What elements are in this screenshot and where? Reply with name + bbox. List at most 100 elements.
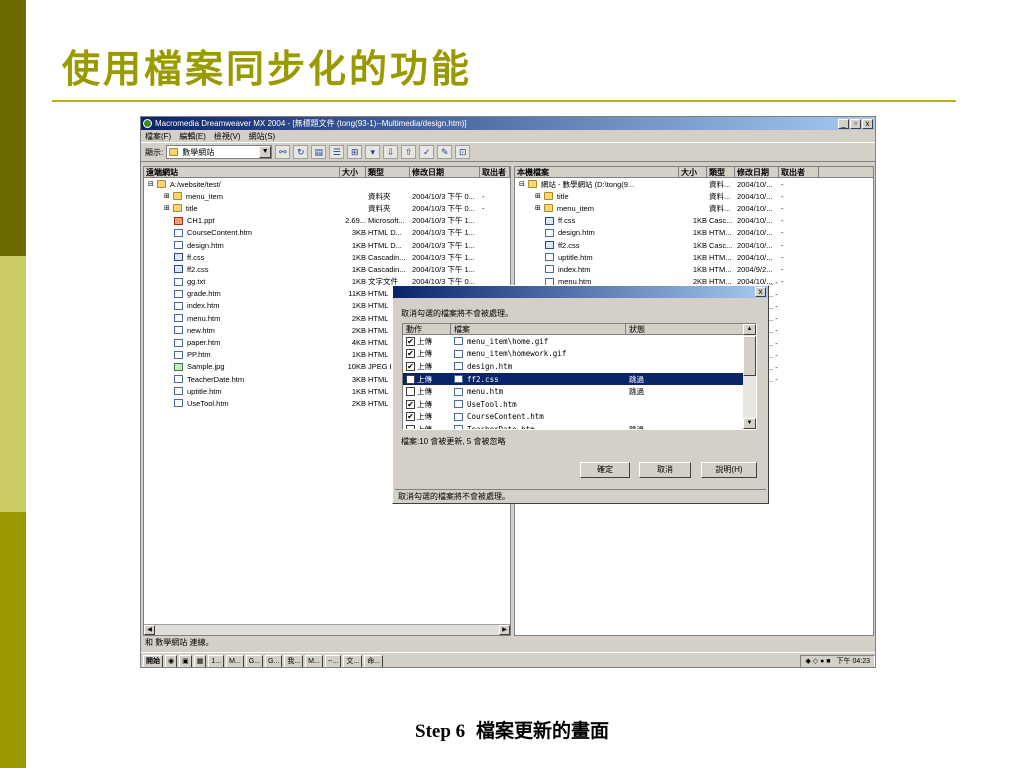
chevron-down-icon[interactable]: ▼ (259, 146, 272, 158)
remote-col-checkout[interactable]: 取出者 (480, 167, 510, 177)
menu-file[interactable]: 檔案(F) (145, 131, 171, 142)
remote-file-row[interactable]: ⊞ title 資料夾 2004/10/3 下午 0... - (144, 202, 510, 214)
connect-icon[interactable]: ⚯ (275, 145, 291, 159)
file-icon (454, 412, 463, 421)
local-file-name: index.htm (558, 264, 591, 274)
remote-file-row[interactable]: ff2.css 1KB Cascadin... 2004/10/3 下午 1... (144, 263, 510, 275)
sync-file-row[interactable]: 上傳 ff2.css 跳過 (403, 372, 756, 386)
expand-icon[interactable]: ⊞ (164, 204, 170, 212)
scroll-down-icon[interactable]: ▼ (743, 418, 756, 429)
sync-file-row[interactable]: ✔ 上傳 design.htm (403, 360, 756, 373)
sync-col-status[interactable]: 狀態 (626, 324, 744, 334)
quick-launch-ie-icon[interactable]: ◉ (165, 654, 178, 667)
scroll-right-icon[interactable]: ▶ (499, 625, 510, 635)
remote-col-date[interactable]: 修改日期 (410, 167, 480, 177)
taskbar-task[interactable]: --... (324, 654, 342, 667)
minimize-button[interactable]: _ (838, 118, 849, 129)
menu-site[interactable]: 網站(S) (249, 131, 276, 142)
maximize-button[interactable]: ▫ (850, 118, 861, 129)
sync-checkbox[interactable]: ✔ (406, 336, 415, 346)
site-select[interactable]: 數學網站 ▼ (166, 145, 273, 159)
dialog-titlebar[interactable]: x (393, 286, 768, 298)
local-file-row[interactable]: design.htm 1KB HTM... 2004/10/... - (515, 227, 873, 239)
local-root-row[interactable]: ⊟ 網站 - 數學網站 (D:\tong(9... 資料... 2004/10/.… (515, 178, 873, 190)
check-in-icon[interactable]: ✎ (437, 145, 453, 159)
local-file-row[interactable]: ⊞ menu_item 資料... 2004/10/... - (515, 202, 873, 214)
taskbar-task[interactable]: M... (226, 654, 244, 667)
start-button[interactable]: 開始 (143, 654, 163, 667)
remote-file-row[interactable]: CH1.ppt 2.69... Microsoft... 2004/10/3 下午 1… (144, 215, 510, 227)
taskbar-task[interactable]: 命... (364, 654, 384, 667)
options-icon[interactable]: ▾ (365, 145, 381, 159)
local-col-checkout[interactable]: 取出者 (779, 167, 819, 177)
remote-col-type[interactable]: 類型 (366, 167, 410, 177)
local-file-row[interactable]: ⊞ title 資料... 2004/10/... - (515, 190, 873, 202)
remote-root-path: A:/website/test/ (169, 179, 221, 189)
local-file-row[interactable]: ff.css 1KB Casc... 2004/10/... - (515, 215, 873, 227)
sync-checkbox[interactable]: ✔ (406, 399, 415, 409)
remote-file-row[interactable]: ⊞ menu_item 資料夾 2004/10/3 下午 0... - (144, 190, 510, 202)
local-col-name[interactable]: 本機檔案 (515, 167, 679, 177)
window-titlebar[interactable]: Macromedia Dreamweaver MX 2004 - [無標題文件 … (141, 117, 875, 130)
quick-launch-folder-icon[interactable]: ▦ (193, 654, 207, 667)
expand-panel-icon[interactable]: ⊡ (455, 145, 471, 159)
ok-button[interactable]: 確定 (580, 462, 630, 478)
sync-col-action[interactable]: 動作 (403, 324, 451, 334)
sync-checkbox[interactable]: ✔ (406, 412, 415, 422)
refresh-icon[interactable]: ↻ (293, 145, 309, 159)
expand-icon[interactable]: ⊞ (347, 145, 363, 159)
put-file-icon[interactable]: ⇧ (401, 145, 417, 159)
sync-checkbox[interactable]: ✔ (406, 349, 415, 359)
remote-hscroll[interactable]: ◀ ▶ (144, 624, 510, 635)
local-root-path: 網站 - 數學網站 (D:\tong(9... (540, 179, 635, 189)
taskbar-task[interactable]: G... (245, 654, 264, 667)
remote-file-row[interactable]: CourseContent.htm 3KB HTML D... 2004/10/3 下… (144, 227, 510, 239)
sync-checkbox[interactable] (406, 424, 415, 429)
local-col-size[interactable]: 大小 (679, 167, 707, 177)
scroll-thumb[interactable] (743, 336, 756, 376)
remote-root-row[interactable]: ⊟ A:/website/test/ (144, 178, 510, 190)
sync-file-row[interactable]: ✔ 上傳 menu_item\home.gif (403, 335, 756, 348)
taskbar-task[interactable]: 1... (208, 654, 225, 667)
expand-icon[interactable]: ⊞ (535, 192, 541, 200)
cancel-button[interactable]: 取消 (639, 462, 691, 478)
taskbar-task[interactable]: 文... (343, 654, 363, 667)
site-map-icon[interactable]: ☰ (329, 145, 345, 159)
sync-table-vscroll[interactable]: ▲ ▼ (743, 324, 756, 429)
menu-view[interactable]: 檢視(V) (214, 131, 241, 142)
sync-checkbox[interactable] (406, 374, 415, 384)
sync-file-row[interactable]: 上傳 menu.htm 跳過 (403, 385, 756, 398)
sync-file-row[interactable]: ✔ 上傳 CourseContent.htm (403, 411, 756, 424)
local-file-row[interactable]: index.htm 1KB HTM... 2004/9/2... - (515, 263, 873, 275)
sync-file-row[interactable]: 上傳 TeacherDate.htm 跳過 (403, 423, 756, 429)
local-file-row[interactable]: ff2.css 1KB Casc... 2004/10/... - (515, 239, 873, 251)
get-file-icon[interactable]: ⇩ (383, 145, 399, 159)
scroll-left-icon[interactable]: ◀ (144, 625, 155, 635)
expand-icon[interactable]: ⊞ (535, 204, 541, 212)
local-col-type[interactable]: 類型 (707, 167, 735, 177)
taskbar-task[interactable]: G... (265, 654, 283, 667)
remote-file-row[interactable]: ff.css 1KB Cascadin... 2004/10/3 下午 1... (144, 251, 510, 263)
expand-icon[interactable]: ⊞ (164, 192, 170, 200)
sync-col-file[interactable]: 檔案 (451, 324, 626, 334)
folder-icon (543, 192, 553, 201)
check-out-icon[interactable]: ✓ (419, 145, 435, 159)
help-button[interactable]: 說明(H) (701, 462, 757, 478)
close-button[interactable]: x (862, 118, 873, 129)
sync-file-row[interactable]: ✔ 上傳 UseTool.htm (403, 398, 756, 411)
dialog-close-button[interactable]: x (755, 287, 766, 297)
remote-col-size[interactable]: 大小 (340, 167, 366, 177)
sync-checkbox[interactable] (406, 387, 415, 397)
menu-edit[interactable]: 編輯(E) (179, 131, 206, 142)
quick-launch-desktop-icon[interactable]: ▣ (179, 654, 192, 667)
sync-file-row[interactable]: ✔ 上傳 menu_item\homework.gif (403, 348, 756, 361)
taskbar-task[interactable]: M... (305, 654, 323, 667)
sync-checkbox[interactable]: ✔ (406, 361, 415, 371)
taskbar-task[interactable]: 我... (284, 654, 304, 667)
scroll-up-icon[interactable]: ▲ (743, 324, 756, 335)
remote-col-name[interactable]: 遠端網站 (144, 167, 340, 177)
remote-file-row[interactable]: design.htm 1KB HTML D... 2004/10/3 下午 1... (144, 239, 510, 251)
view-file-icon[interactable]: ▤ (311, 145, 327, 159)
local-file-row[interactable]: uptitle.htm 1KB HTM... 2004/10/... - (515, 251, 873, 263)
local-col-date[interactable]: 修改日期 (735, 167, 779, 177)
